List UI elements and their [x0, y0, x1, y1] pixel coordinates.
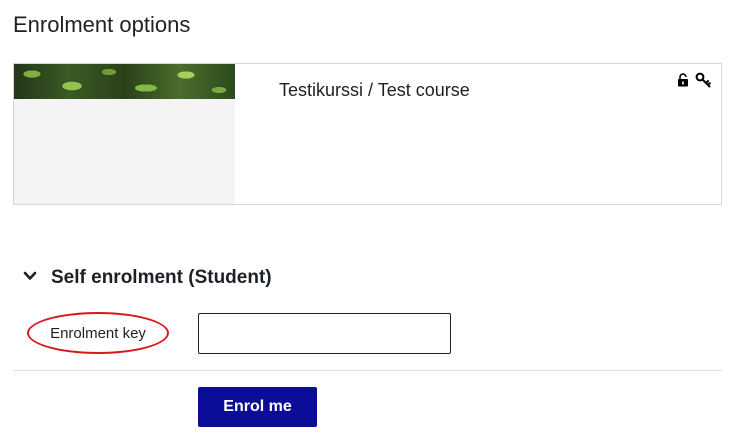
- enrol-me-button[interactable]: Enrol me: [198, 387, 317, 427]
- course-image: [14, 64, 235, 204]
- unlock-icon: [677, 73, 689, 87]
- section-title: Self enrolment (Student): [51, 267, 272, 288]
- enrolment-page: Enrolment options Testikurssi / Test cou…: [0, 0, 730, 443]
- form-divider: [13, 370, 722, 371]
- key-icon: [695, 72, 711, 88]
- chevron-down-icon: [22, 269, 38, 287]
- enrolment-method-icons: [677, 72, 711, 88]
- self-enrolment-section-toggle[interactable]: Self enrolment (Student): [22, 267, 272, 289]
- enrolment-key-label: Enrolment key: [50, 324, 146, 342]
- course-card: Testikurssi / Test course: [13, 63, 722, 205]
- enrolment-key-label-highlight: Enrolment key: [27, 312, 169, 354]
- course-image-foliage: [14, 64, 235, 99]
- enrolment-key-input[interactable]: [198, 313, 451, 354]
- page-title: Enrolment options: [13, 12, 191, 37]
- course-name[interactable]: Testikurssi / Test course: [279, 80, 470, 101]
